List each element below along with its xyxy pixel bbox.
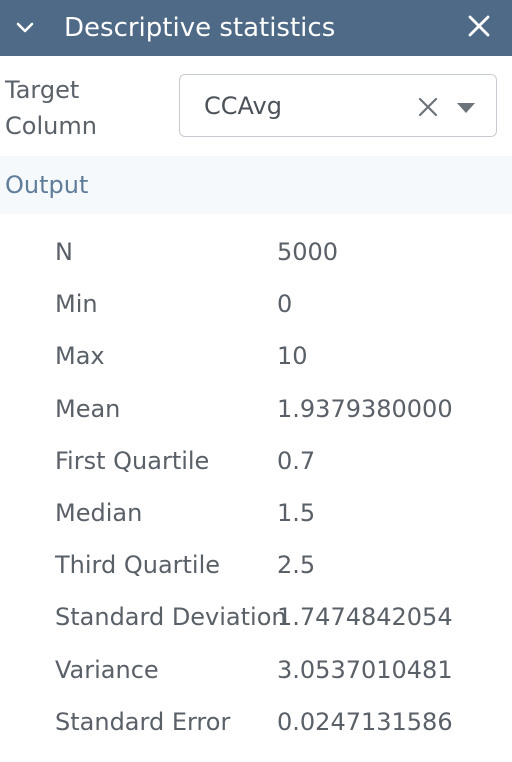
stat-value: 1.5 [277, 498, 316, 527]
stat-label: Variance [55, 655, 159, 684]
stat-row: Standard Error 0.0247131586 [0, 696, 512, 748]
target-column-select[interactable]: CCAvg [179, 74, 497, 137]
output-section-header: Output [0, 156, 512, 214]
clear-icon[interactable] [416, 95, 440, 119]
close-button[interactable] [462, 11, 496, 45]
stat-value: 0.7 [277, 446, 316, 475]
stat-row: Variance 3.0537010481 [0, 644, 512, 696]
collapse-button[interactable] [0, 0, 50, 56]
close-icon [467, 14, 491, 42]
selected-value: CCAvg [204, 92, 282, 120]
chevron-down-icon [16, 22, 34, 34]
stat-label: Third Quartile [55, 551, 221, 580]
stat-row: First Quartile 0.7 [0, 435, 512, 487]
stat-row: Mean 1.9379380000 [0, 383, 512, 435]
caret-down-icon[interactable] [455, 100, 477, 114]
target-label-line-2: Column [5, 112, 97, 140]
stat-value: 5000 [277, 238, 339, 266]
panel-header: Descriptive statistics [0, 0, 512, 56]
stat-row: Median 1.5 [0, 487, 512, 539]
stat-value: 2.5 [277, 551, 316, 580]
stat-label: Standard Deviation [55, 603, 287, 632]
stat-label: Median [55, 498, 143, 527]
target-column-row: Target Column CCAvg [0, 56, 512, 156]
stat-row: N 5000 [0, 226, 512, 278]
panel-title: Descriptive statistics [64, 13, 336, 43]
target-column-label: Target Column [5, 72, 97, 144]
stat-value: 0 [277, 290, 293, 319]
stat-row: Min 0 [0, 278, 512, 330]
stat-value: 1.9379380000 [277, 394, 453, 423]
stat-label: Mean [55, 394, 121, 423]
stat-label: N [55, 238, 73, 266]
stat-value: 0.0247131586 [277, 707, 453, 736]
stats-list: N 5000 Min 0 Max 10 Mean 1.9379380000 Fi… [0, 226, 512, 748]
stat-value: 1.7474842054 [277, 603, 453, 632]
stat-row: Third Quartile 2.5 [0, 539, 512, 591]
stat-value: 3.0537010481 [277, 655, 453, 684]
stat-label: Min [55, 290, 98, 319]
output-label: Output [5, 171, 89, 199]
stat-row: Standard Deviation 1.7474842054 [0, 591, 512, 643]
stat-value: 10 [277, 342, 308, 371]
target-label-line-1: Target [5, 76, 80, 104]
stat-label: First Quartile [55, 446, 210, 475]
stat-label: Max [55, 342, 105, 371]
stat-row: Max 10 [0, 330, 512, 382]
stat-label: Standard Error [55, 707, 231, 736]
